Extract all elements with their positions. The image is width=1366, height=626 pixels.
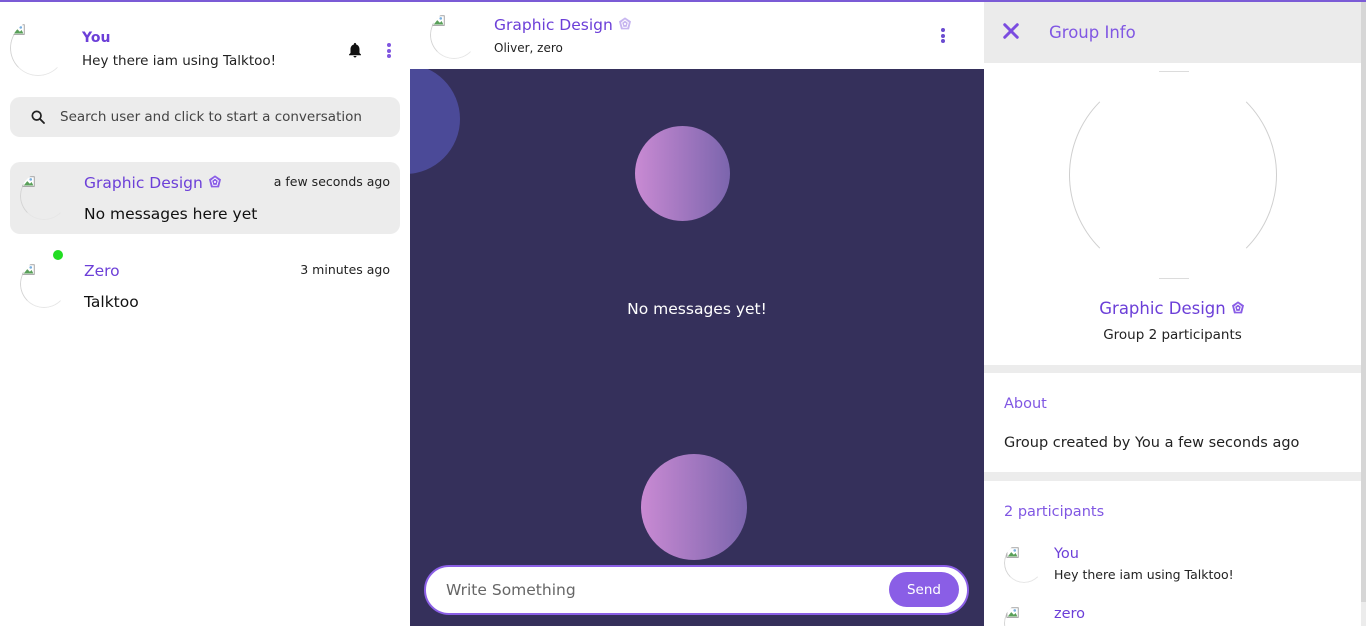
participant-status: Hey there iam using Talktoo! <box>1054 567 1234 582</box>
search-input[interactable] <box>60 97 390 137</box>
broken-image-icon <box>12 24 25 35</box>
broken-image-icon <box>1006 607 1019 618</box>
kebab-menu-icon[interactable] <box>386 43 392 59</box>
message-composer: Send <box>424 565 969 615</box>
bell-icon[interactable] <box>346 41 364 59</box>
group-avatar[interactable] <box>1069 71 1277 279</box>
group-info-header: Group Info <box>984 2 1366 63</box>
my-avatar[interactable] <box>10 20 66 76</box>
group-about-card: About Group created by You a few seconds… <box>984 373 1361 472</box>
participants-heading: 2 participants <box>1004 504 1105 520</box>
broken-image-icon <box>432 15 445 26</box>
group-info-title: Group Info <box>1049 23 1136 42</box>
chat-title-text: Graphic Design <box>494 16 613 34</box>
conversation-last-message: Talktoo <box>84 293 139 311</box>
conversation-item-graphic-design[interactable]: Graphic Design a few seconds ago No mess… <box>10 162 400 234</box>
search-bar <box>10 97 400 137</box>
decorative-circle <box>410 69 460 174</box>
my-status: Hey there iam using Talktoo! <box>82 53 277 69</box>
conversation-item-zero[interactable]: Zero 3 minutes ago Talktoo <box>10 250 400 322</box>
empty-chat-message: No messages yet! <box>627 300 767 318</box>
group-info-panel: Group Info Graphic Design Group 2 partic… <box>984 2 1366 626</box>
group-badge-icon <box>208 175 221 188</box>
chat-title[interactable]: Graphic Design <box>494 16 633 34</box>
conversation-last-message: No messages here yet <box>84 205 258 223</box>
participant-name: zero <box>1054 606 1086 622</box>
conversation-time: a few seconds ago <box>273 174 390 189</box>
online-status-dot <box>53 250 63 260</box>
message-input[interactable] <box>446 567 876 613</box>
chat-messages-area: No messages yet! Send <box>410 69 984 626</box>
about-text: Group created by You a few seconds ago <box>1004 435 1300 451</box>
scrollbar[interactable] <box>1361 2 1366 602</box>
chat-kebab-menu-icon[interactable] <box>940 28 946 44</box>
group-name-text: Graphic Design <box>1099 299 1226 318</box>
about-heading: About <box>1004 396 1047 412</box>
participant-item[interactable]: You Hey there iam using Talktoo! <box>984 543 1361 587</box>
participants-card: 2 participants You Hey there iam using T… <box>984 481 1361 626</box>
top-accent-line <box>0 0 1366 2</box>
conversation-avatar <box>20 260 68 308</box>
close-icon[interactable] <box>1002 22 1020 40</box>
participant-item[interactable]: zero <box>984 603 1361 626</box>
group-profile-card: Graphic Design Group 2 participants <box>984 63 1361 365</box>
broken-image-icon <box>22 264 35 275</box>
chat-header: Graphic Design Oliver, zero <box>410 2 984 69</box>
search-icon <box>31 110 45 124</box>
conversation-name: Graphic Design <box>84 174 223 192</box>
group-badge-icon <box>1231 301 1244 314</box>
conversation-name: Zero <box>84 262 120 280</box>
participant-avatar <box>1004 543 1044 583</box>
group-badge-icon <box>618 17 631 30</box>
decorative-gradient-circle <box>635 126 730 221</box>
my-name: You <box>82 30 111 46</box>
participant-avatar <box>1004 603 1044 626</box>
group-subtitle: Group 2 participants <box>1103 327 1242 343</box>
group-name: Graphic Design <box>984 299 1361 318</box>
conversation-time: 3 minutes ago <box>300 262 390 277</box>
chat-avatar[interactable] <box>430 11 478 59</box>
participant-name: You <box>1054 546 1079 562</box>
chat-members: Oliver, zero <box>494 41 563 55</box>
conversation-avatar <box>20 172 68 220</box>
chat-panel: Graphic Design Oliver, zero No messages … <box>410 2 984 626</box>
broken-image-icon <box>1006 547 1019 558</box>
broken-image-icon <box>22 176 35 187</box>
left-sidebar: You Hey there iam using Talktoo! Graphic… <box>0 2 410 626</box>
conversation-name-text: Graphic Design <box>84 174 203 192</box>
send-button[interactable]: Send <box>889 572 959 607</box>
decorative-gradient-circle <box>641 454 747 560</box>
